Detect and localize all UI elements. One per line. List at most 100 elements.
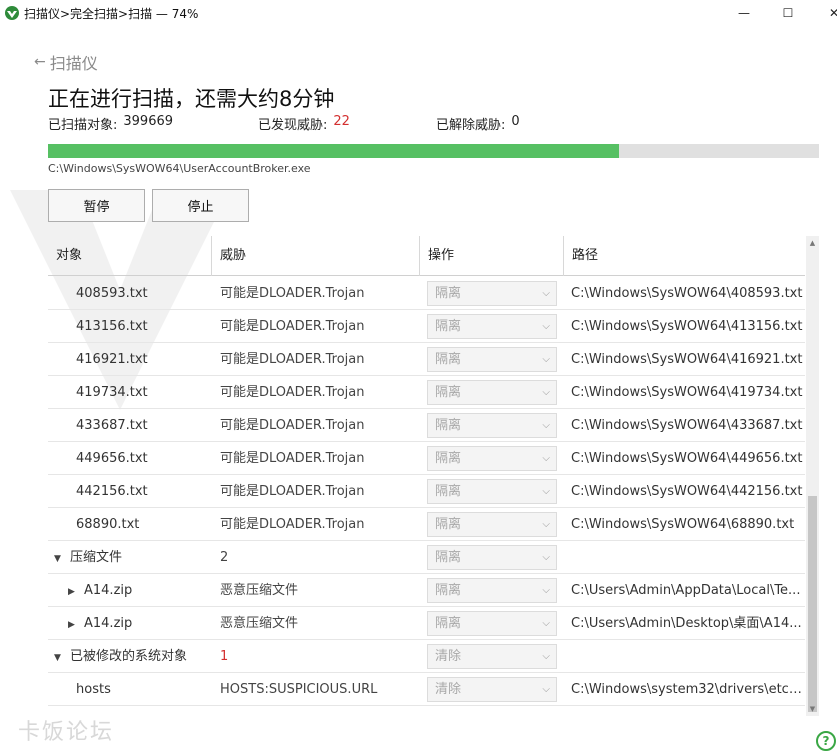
action-select-value: 隔离 (435, 616, 462, 631)
stat-found-label: 已发现威胁: (258, 118, 328, 133)
cell-object-label: 416921.txt (76, 352, 148, 367)
action-select-value: 隔离 (435, 484, 462, 499)
table-row[interactable]: 408593.txt 可能是DLOADER.Trojan 隔离 ⌵ C:\Windows… (48, 277, 805, 310)
table-row[interactable]: 419734.txt 可能是DLOADER.Trojan 隔离 ⌵ C:\Windows… (48, 376, 805, 409)
close-button[interactable]: ✕ (811, 0, 837, 26)
cell-path: C:\Windows\SysWOW64\416921.txt (571, 352, 803, 367)
minimize-button[interactable]: — (721, 0, 767, 26)
cell-path: C:\Windows\SysWOW64\68890.txt (571, 517, 795, 532)
action-select[interactable]: 隔离 ⌵ (427, 611, 557, 636)
cell-path (571, 640, 803, 673)
cell-threat: 1 (220, 649, 229, 664)
cell-object-label: A14.zip (84, 616, 133, 631)
chevron-down-icon: ⌵ (542, 321, 550, 332)
action-select[interactable]: 隔离 ⌵ (427, 347, 557, 372)
stop-button[interactable]: 停止 (152, 189, 249, 222)
cell-object: 433687.txt (76, 409, 212, 442)
cell-threat: 2 (220, 550, 229, 565)
cell-object-label: 压缩文件 (70, 550, 123, 565)
cell-object: 449656.txt (76, 442, 212, 475)
maximize-button[interactable]: ☐ (765, 0, 811, 26)
cell-object-label: 433687.txt (76, 418, 148, 433)
page-title: 正在进行扫描，还需大约8分钟 (48, 87, 335, 111)
action-select-value: 隔离 (435, 352, 462, 367)
cell-path: C:\Windows\SysWOW64\408593.txt (571, 286, 803, 301)
column-header-path[interactable]: 路径 (564, 236, 805, 276)
action-select[interactable]: 清除 ⌵ (427, 677, 557, 702)
action-select-value: 隔离 (435, 451, 462, 466)
table-row[interactable]: ▶ A14.zip 恶意压缩文件 隔离 ⌵ C:\Users\Admin\AppData\… (48, 574, 805, 607)
cell-threat: 可能是DLOADER.Trojan (220, 517, 365, 532)
column-header-threat[interactable]: 威胁 (212, 236, 420, 276)
cell-object-label: 已被修改的系统对象 (70, 649, 188, 664)
action-select-value: 隔离 (435, 385, 462, 400)
table-row[interactable]: hosts HOSTS:SUSPICIOUS.URL 清除 ⌵ C:\Windows\s… (48, 673, 805, 706)
table-row[interactable]: 449656.txt 可能是DLOADER.Trojan 隔离 ⌵ C:\Windows… (48, 442, 805, 475)
action-select[interactable]: 隔离 ⌵ (427, 479, 557, 504)
table-row[interactable]: ▼ 已被修改的系统对象 1 清除 ⌵ (48, 640, 805, 673)
chevron-down-icon: ⌵ (542, 387, 550, 398)
action-select-value: 隔离 (435, 583, 462, 598)
pause-button[interactable]: 暂停 (48, 189, 145, 222)
action-select[interactable]: 隔离 ⌵ (427, 380, 557, 405)
table-row[interactable]: 442156.txt 可能是DLOADER.Trojan 隔离 ⌵ C:\Windows… (48, 475, 805, 508)
action-select[interactable]: 隔离 ⌵ (427, 512, 557, 537)
help-icon[interactable]: ? (816, 731, 836, 751)
action-select[interactable]: 隔离 ⌵ (427, 578, 557, 603)
stat-found-value: 22 (333, 114, 350, 129)
cell-object: 413156.txt (76, 310, 212, 343)
action-select[interactable]: 隔离 ⌵ (427, 281, 557, 306)
cell-object-label: 68890.txt (76, 517, 140, 532)
cell-threat: 恶意压缩文件 (220, 616, 299, 631)
expand-triangle-icon[interactable]: ▶ (68, 609, 76, 640)
table-row[interactable]: 416921.txt 可能是DLOADER.Trojan 隔离 ⌵ C:\Windows… (48, 343, 805, 376)
vertical-scrollbar[interactable]: ▲ ▼ (806, 236, 819, 716)
table-row[interactable]: ▶ A14.zip 恶意压缩文件 隔离 ⌵ C:\Users\Admin\Desktop\… (48, 607, 805, 640)
column-header-action[interactable]: 操作 (420, 236, 564, 276)
chevron-down-icon: ⌵ (542, 420, 550, 431)
cell-object-label: 449656.txt (76, 451, 148, 466)
action-select[interactable]: 隔离 ⌵ (427, 545, 557, 570)
collapse-triangle-icon[interactable]: ▼ (54, 642, 62, 673)
cell-object: 68890.txt (76, 508, 212, 541)
table-row[interactable]: 413156.txt 可能是DLOADER.Trojan 隔离 ⌵ C:\Windows… (48, 310, 805, 343)
action-select[interactable]: 隔离 ⌵ (427, 314, 557, 339)
scroll-down-icon[interactable]: ▼ (806, 702, 819, 716)
action-select[interactable]: 隔离 ⌵ (427, 446, 557, 471)
action-select-value: 清除 (435, 682, 462, 697)
cell-object-label: 408593.txt (76, 286, 148, 301)
scrollbar-thumb[interactable] (808, 496, 817, 712)
column-header-object[interactable]: 对象 (48, 236, 212, 276)
stat-scanned-label: 已扫描对象: (48, 118, 118, 133)
cell-object: ▶ A14.zip (68, 607, 204, 640)
chevron-down-icon: ⌵ (542, 453, 550, 464)
table-row[interactable]: ▼ 压缩文件 2 隔离 ⌵ (48, 541, 805, 574)
cell-object: ▼ 压缩文件 (54, 541, 190, 574)
cell-object-label: 419734.txt (76, 385, 148, 400)
cell-object-label: 413156.txt (76, 319, 148, 334)
scroll-up-icon[interactable]: ▲ (806, 236, 819, 250)
cell-threat: 恶意压缩文件 (220, 583, 299, 598)
cell-path: C:\Windows\SysWOW64\413156.txt (571, 319, 803, 334)
table-row[interactable]: 433687.txt 可能是DLOADER.Trojan 隔离 ⌵ C:\Windows… (48, 409, 805, 442)
action-select[interactable]: 清除 ⌵ (427, 644, 557, 669)
cell-threat: 可能是DLOADER.Trojan (220, 385, 365, 400)
action-select[interactable]: 隔离 ⌵ (427, 413, 557, 438)
action-select-value: 隔离 (435, 418, 462, 433)
action-select-value: 隔离 (435, 286, 462, 301)
cell-object: 419734.txt (76, 376, 212, 409)
back-link[interactable]: ← 扫描仪 (34, 50, 98, 74)
table-row[interactable]: 68890.txt 可能是DLOADER.Trojan 隔离 ⌵ C:\Windows\… (48, 508, 805, 541)
cell-object: ▼ 已被修改的系统对象 (54, 640, 190, 673)
app-logo-icon (5, 6, 19, 20)
cell-path: C:\Windows\SysWOW64\442156.txt (571, 484, 803, 499)
collapse-triangle-icon[interactable]: ▼ (54, 543, 62, 574)
forum-watermark: 卡饭论坛 (18, 720, 115, 745)
chevron-down-icon: ⌵ (542, 288, 550, 299)
scan-stats: 已扫描对象: 399669 已发现威胁: 22 已解除威胁: 0 (48, 114, 828, 133)
scan-progress-fill (48, 144, 619, 158)
chevron-down-icon: ⌵ (542, 552, 550, 563)
scan-progress-bar (48, 144, 819, 158)
expand-triangle-icon[interactable]: ▶ (68, 576, 76, 607)
chevron-down-icon: ⌵ (542, 651, 550, 662)
